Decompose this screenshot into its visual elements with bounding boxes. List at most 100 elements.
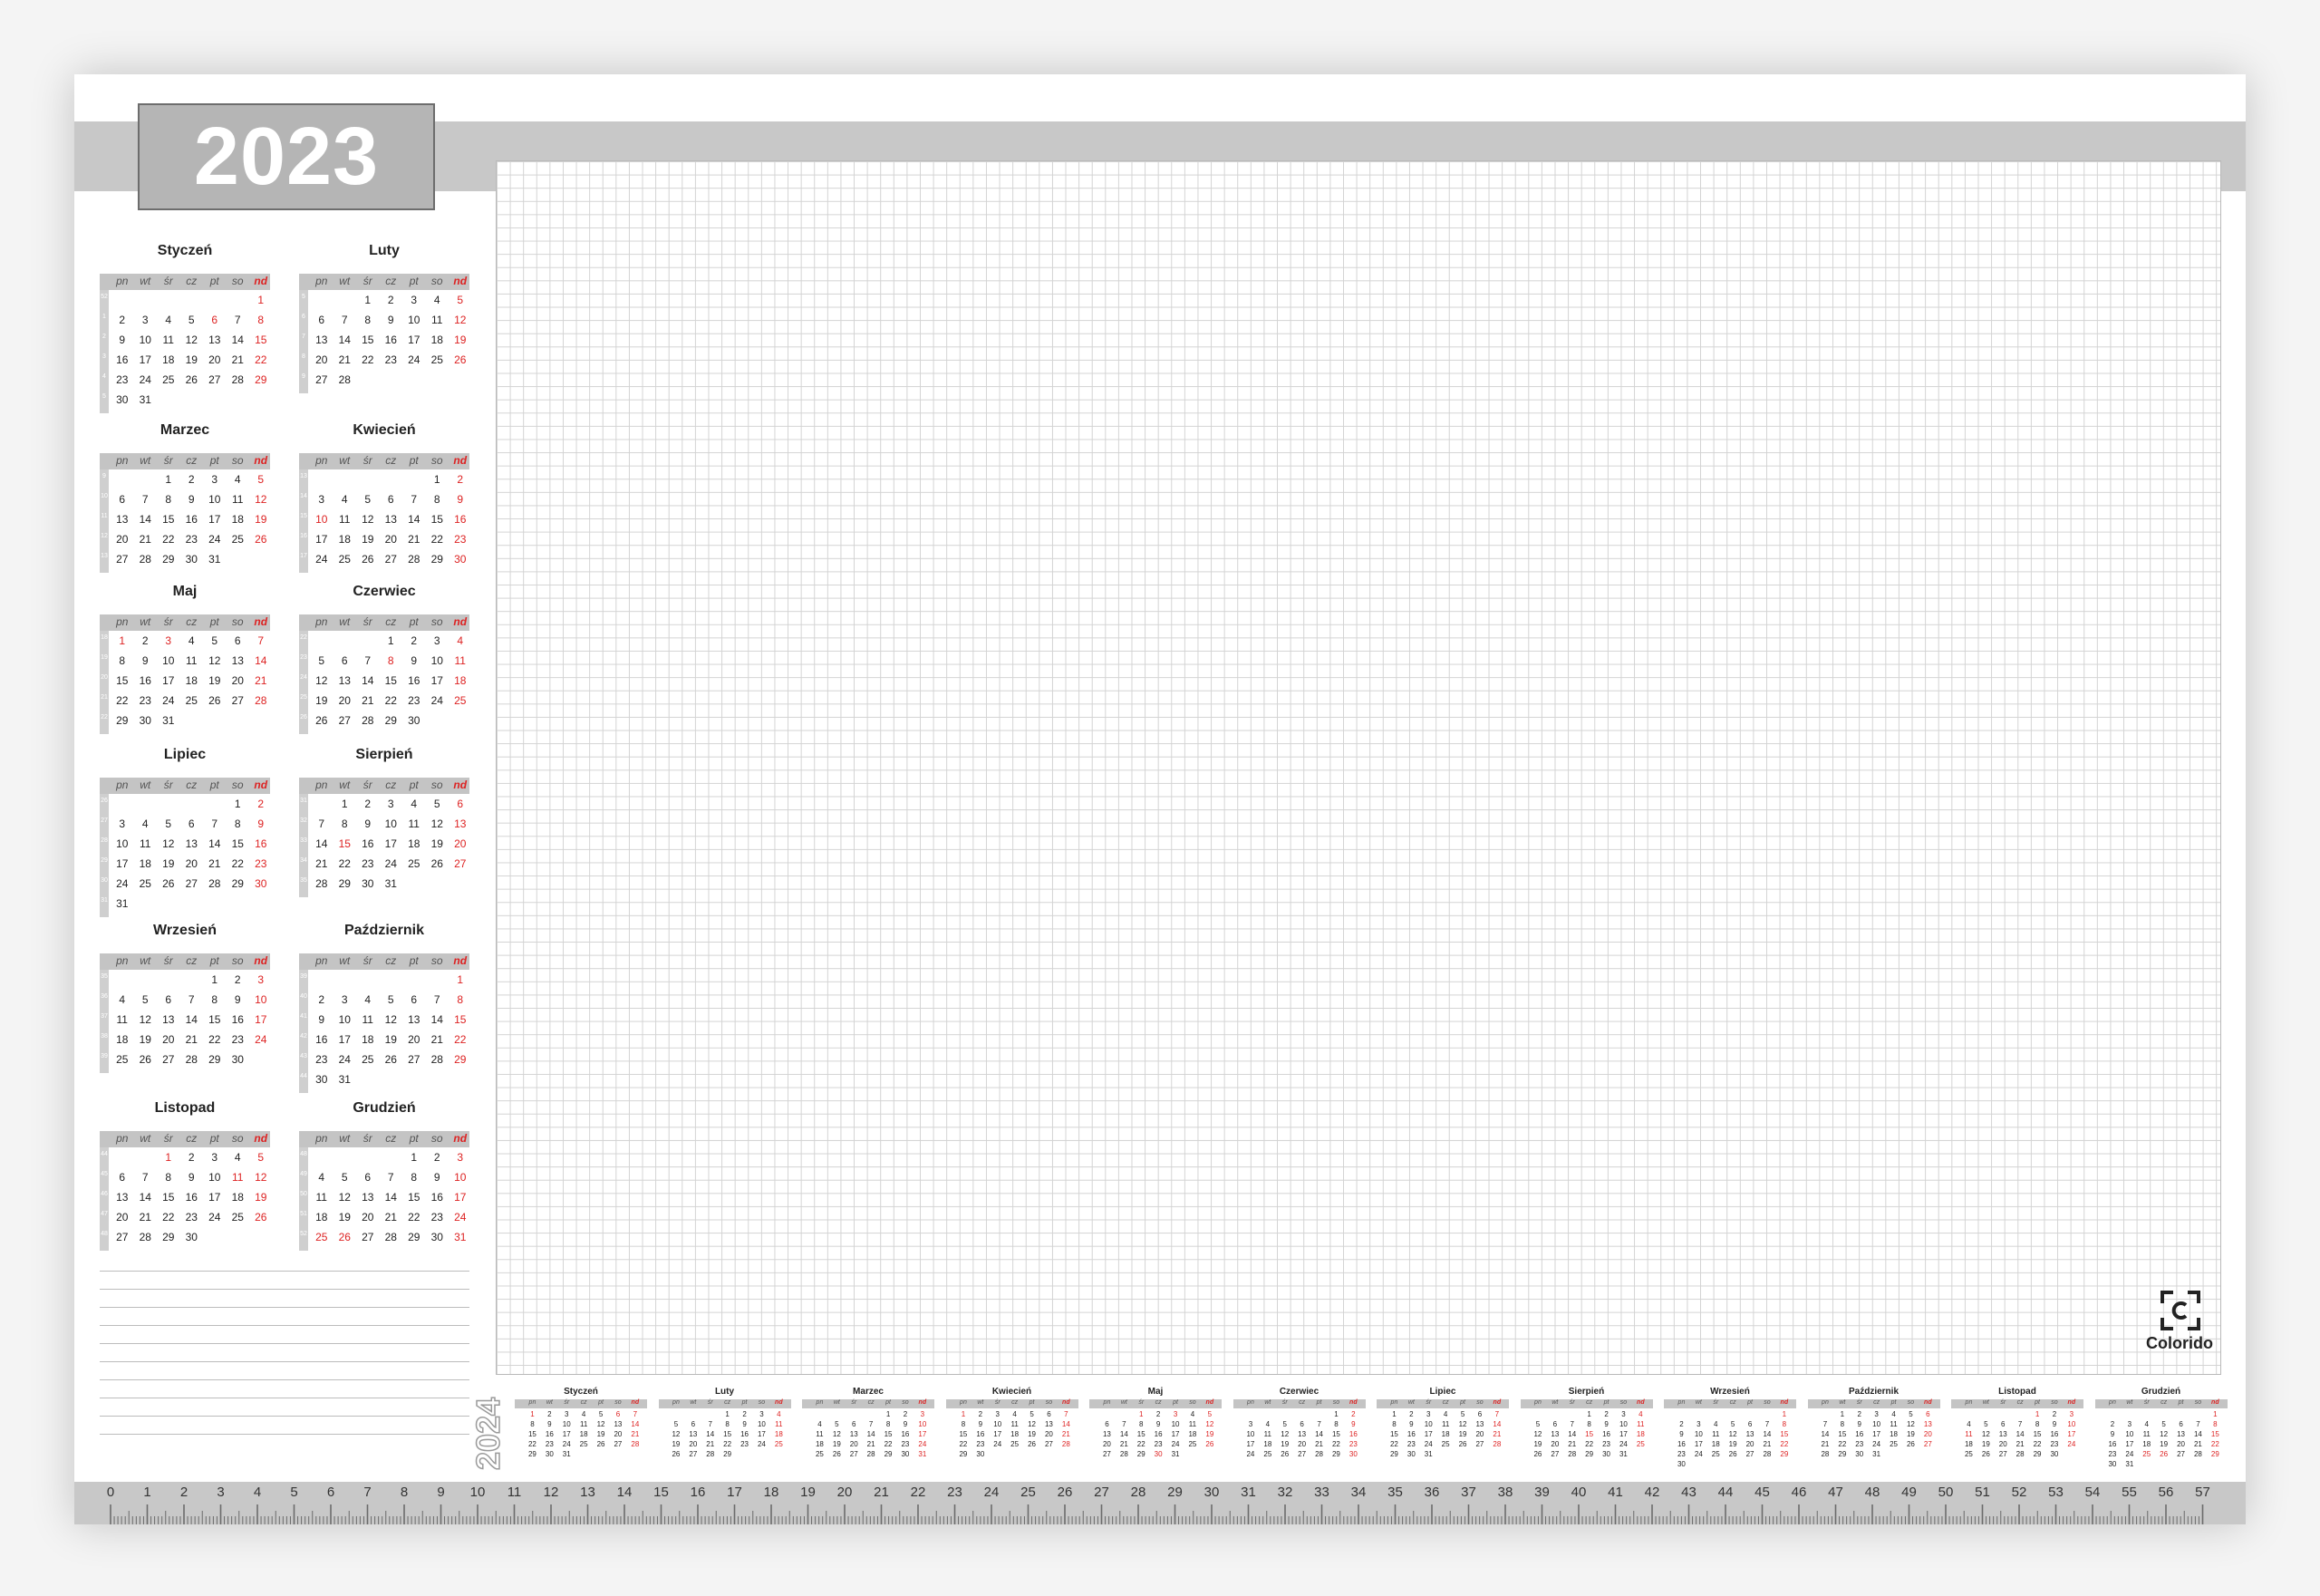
- day-cell: 9: [411, 654, 418, 667]
- day-cell: 13: [231, 654, 244, 667]
- month-name: Grudzień: [353, 1100, 416, 1116]
- day-cell: 1: [257, 294, 265, 306]
- day-cell: 28: [631, 1440, 640, 1448]
- weekday-label: so: [430, 615, 443, 628]
- day-cell: 23: [185, 533, 198, 546]
- day-cell: 28: [208, 877, 221, 890]
- weekday-label: pn: [315, 1132, 328, 1145]
- ruler-label: 38: [1498, 1485, 1513, 1500]
- day-cell: 16: [1602, 1430, 1610, 1438]
- day-cell: 14: [1568, 1430, 1577, 1438]
- weekday-label: pt: [1603, 1399, 1610, 1406]
- day-cell: 7: [234, 314, 241, 326]
- day-cell: 30: [2108, 1460, 2117, 1468]
- day-cell: 17: [139, 353, 151, 366]
- month-name: Kwiecień: [353, 422, 416, 438]
- day-cell: 21: [255, 674, 267, 687]
- day-cell: 5: [318, 654, 325, 667]
- weekday-label: pt: [1747, 1399, 1753, 1406]
- weekday-label: cz: [186, 615, 198, 628]
- ruler-label: 36: [1425, 1485, 1440, 1500]
- day-cell: 13: [2177, 1430, 2185, 1438]
- day-cell: 20: [614, 1430, 623, 1438]
- weekday-label: pt: [409, 454, 419, 467]
- weekday-label: nd: [254, 954, 268, 967]
- day-cell: 4: [2144, 1420, 2149, 1428]
- day-cell: 1: [1334, 1410, 1339, 1418]
- day-cell: 20: [1475, 1430, 1484, 1438]
- weekday-label: pn: [1390, 1399, 1398, 1406]
- day-cell: 22: [959, 1440, 968, 1448]
- day-cell: 19: [255, 513, 267, 526]
- day-cell: 13: [315, 334, 328, 346]
- week-number: 40: [300, 993, 307, 1000]
- day-cell: 23: [1855, 1440, 1864, 1448]
- weekday-label: cz: [1729, 1399, 1736, 1406]
- day-cell: 17: [1246, 1440, 1255, 1448]
- weekday-label: so: [430, 779, 443, 791]
- day-cell: 29: [231, 877, 244, 890]
- day-cell: 7: [364, 654, 372, 667]
- day-cell: 25: [1636, 1440, 1645, 1448]
- day-cell: 18: [454, 674, 467, 687]
- day-cell: 8: [725, 1420, 730, 1428]
- day-cell: 23: [2108, 1450, 2117, 1458]
- ruler-label: 7: [363, 1485, 371, 1500]
- day-cell: 25: [162, 373, 175, 386]
- month-name: Maj: [172, 584, 198, 599]
- day-cell: 7: [188, 993, 195, 1006]
- day-cell: 16: [185, 513, 198, 526]
- day-cell: 6: [852, 1420, 856, 1428]
- day-cell: 20: [1551, 1440, 1560, 1448]
- day-cell: 11: [362, 1013, 373, 1026]
- day-cell: 10: [408, 314, 420, 326]
- month-name: Listopad: [154, 1100, 216, 1116]
- day-cell: 28: [1119, 1450, 1128, 1458]
- day-cell: 21: [208, 857, 221, 870]
- day-cell: 9: [257, 817, 265, 830]
- day-cell: 9: [188, 493, 195, 506]
- day-cell: 8: [1840, 1420, 1845, 1428]
- day-cell: 29: [255, 373, 267, 386]
- day-cell: 1: [387, 634, 394, 647]
- day-cell: 13: [1998, 1430, 2007, 1438]
- weekday-label: cz: [2160, 1399, 2168, 1406]
- day-cell: 6: [165, 993, 172, 1006]
- day-cell: 5: [673, 1420, 679, 1428]
- day-cell: 14: [231, 334, 244, 346]
- day-cell: 27: [1998, 1450, 2007, 1458]
- weekday-label: śr: [1426, 1399, 1432, 1406]
- day-cell: 11: [579, 1420, 588, 1428]
- day-cell: 28: [255, 694, 267, 707]
- ruler-label: 35: [1387, 1485, 1403, 1500]
- month-12: Grudzień pn wt śr cz pt so nd 48 1 2 3 49 4 5 6 7 8 9 10 50 1…: [299, 1100, 469, 1251]
- day-cell: 10: [208, 1171, 221, 1184]
- week-number: 30: [101, 877, 108, 884]
- day-cell: 6: [411, 993, 418, 1006]
- day-cell: 18: [315, 1211, 328, 1224]
- ruler-label: 12: [544, 1485, 559, 1500]
- day-cell: 23: [362, 857, 374, 870]
- day-cell: 2: [1409, 1410, 1414, 1418]
- day-cell: 18: [774, 1430, 783, 1438]
- day-cell: 25: [408, 857, 420, 870]
- day-cell: 10: [139, 334, 151, 346]
- day-cell: 17: [918, 1430, 927, 1438]
- colorido-logo-icon: [2160, 1291, 2200, 1330]
- day-cell: 14: [706, 1430, 715, 1438]
- day-cell: 23: [1677, 1450, 1686, 1458]
- day-cell: 17: [2125, 1440, 2134, 1448]
- weekday-label: so: [1332, 1399, 1340, 1406]
- day-cell: 16: [2050, 1430, 2059, 1438]
- day-cell: 10: [430, 654, 443, 667]
- day-cell: 23: [185, 1211, 198, 1224]
- day-cell: 18: [1010, 1430, 1020, 1438]
- ruler-label: 1: [143, 1485, 150, 1500]
- day-cell: 27: [2177, 1450, 2185, 1458]
- weekday-label: wt: [546, 1399, 553, 1406]
- week-number: 12: [101, 533, 108, 539]
- day-cell: 5: [1030, 1410, 1034, 1418]
- weekday-label: nd: [918, 1399, 927, 1406]
- month-name: Grudzień: [2141, 1387, 2181, 1397]
- day-cell: 19: [1028, 1430, 1036, 1438]
